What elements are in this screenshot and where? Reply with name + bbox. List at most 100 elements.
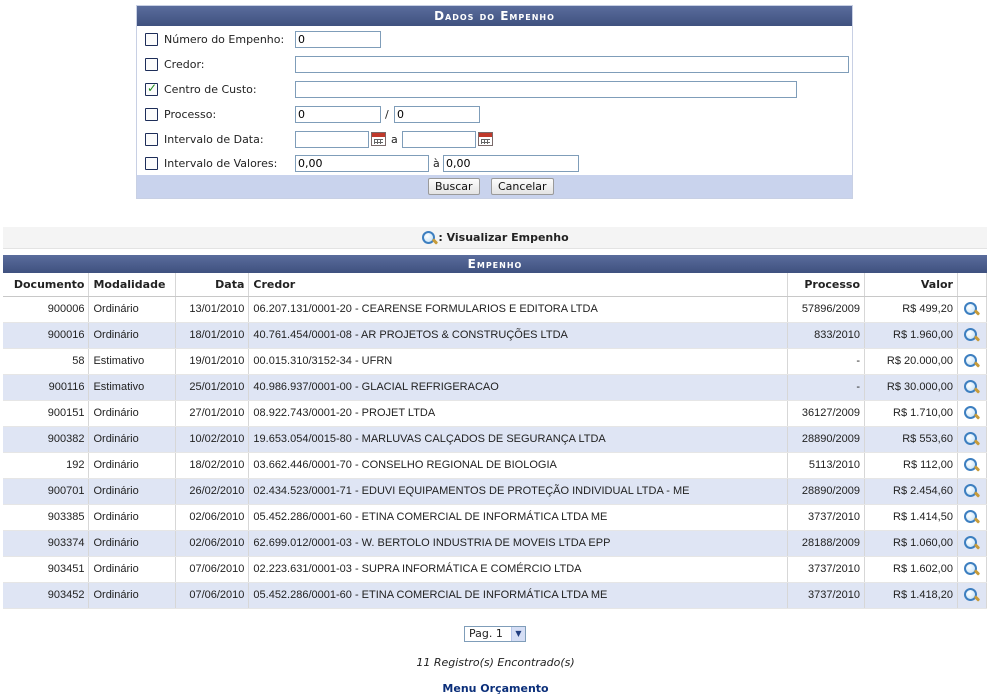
valores-separator: à — [433, 157, 440, 170]
magnifier-icon[interactable] — [963, 587, 980, 604]
cell-valor: R$ 553,60 — [864, 426, 958, 453]
cell-data: 07/06/2010 — [175, 556, 250, 583]
credor-checkbox[interactable] — [145, 58, 158, 71]
calendar-icon[interactable] — [478, 132, 493, 146]
view-action-cell — [957, 530, 988, 557]
table-header-row: Documento Modalidade Data Credor Process… — [3, 273, 988, 297]
cell-documento: 900116 — [3, 374, 90, 401]
cell-data: 27/01/2010 — [175, 400, 250, 427]
cell-processo: 3737/2010 — [787, 504, 866, 531]
magnifier-icon[interactable] — [963, 483, 980, 500]
data-fim-input[interactable] — [402, 131, 476, 148]
table-row: 900006 Ordinário 13/01/2010 06.207.131/0001… — [3, 296, 988, 323]
cell-documento: 903385 — [3, 504, 90, 531]
intervalo-data-label: Intervalo de Data: — [164, 133, 264, 146]
data-inicio-input[interactable] — [295, 131, 369, 148]
processo-separator: / — [385, 108, 389, 121]
cell-documento: 900382 — [3, 426, 90, 453]
table-row: 900701 Ordinário 26/02/2010 02.434.523/0001… — [3, 478, 988, 505]
view-action-cell — [957, 556, 988, 583]
col-data: Data — [175, 273, 250, 297]
empenho-table: Empenho Documento Modalidade Data Credor… — [3, 255, 988, 609]
row-processo: Processo: / — [145, 106, 845, 129]
row-centro-custo: Centro de Custo: — [145, 81, 845, 104]
numero-empenho-input[interactable] — [295, 31, 381, 48]
cell-credor: 02.223.631/0001-03 - SUPRA INFORMÁTICA E… — [248, 556, 789, 583]
cell-documento: 903451 — [3, 556, 90, 583]
cell-documento: 58 — [3, 348, 90, 375]
col-documento: Documento — [3, 273, 90, 297]
cell-modalidade: Ordinário — [88, 556, 177, 583]
processo-label: Processo: — [164, 108, 217, 121]
cell-credor: 00.015.310/3152-34 - UFRN — [248, 348, 789, 375]
menu-orcamento-link[interactable]: Menu Orçamento — [0, 682, 991, 695]
cell-modalidade: Estimativo — [88, 374, 177, 401]
magnifier-icon[interactable] — [963, 327, 980, 344]
magnifier-icon[interactable] — [963, 405, 980, 422]
cell-processo: 28188/2009 — [787, 530, 866, 557]
form-button-bar: Buscar Cancelar — [137, 175, 852, 198]
cell-valor: R$ 1.060,00 — [864, 530, 958, 557]
view-action-cell — [957, 400, 988, 427]
cell-credor: 19.653.054/0015-80 - MARLUVAS CALÇADOS D… — [248, 426, 789, 453]
cell-modalidade: Ordinário — [88, 504, 177, 531]
numero-empenho-checkbox[interactable] — [145, 33, 158, 46]
intervalo-valores-label: Intervalo de Valores: — [164, 157, 278, 170]
dados-empenho-form: Dados do Empenho Número do Empenho: Cred… — [136, 5, 853, 199]
table-row: 58 Estimativo 19/01/2010 00.015.310/3152-34… — [3, 348, 988, 375]
magnifier-icon[interactable] — [963, 353, 980, 370]
magnifier-icon[interactable] — [963, 457, 980, 474]
cancelar-button[interactable]: Cancelar — [491, 178, 554, 195]
cell-valor: R$ 1.710,00 — [864, 400, 958, 427]
cell-valor: R$ 2.454,60 — [864, 478, 958, 505]
magnifier-icon[interactable] — [963, 561, 980, 578]
magnifier-icon[interactable] — [963, 301, 980, 318]
credor-input[interactable] — [295, 56, 849, 73]
view-action-cell — [957, 296, 988, 323]
intervalo-valores-checkbox[interactable] — [145, 157, 158, 170]
cell-valor: R$ 1.418,20 — [864, 582, 958, 609]
cell-data: 07/06/2010 — [175, 582, 250, 609]
data-separator: a — [391, 133, 398, 146]
cell-data: 18/01/2010 — [175, 322, 250, 349]
magnifier-icon[interactable] — [963, 379, 980, 396]
centro-custo-label: Centro de Custo: — [164, 83, 257, 96]
buscar-button[interactable]: Buscar — [428, 178, 480, 195]
cell-processo: 3737/2010 — [787, 582, 866, 609]
magnifier-icon[interactable] — [963, 431, 980, 448]
table-row: 900382 Ordinário 10/02/2010 19.653.054/0015… — [3, 426, 988, 453]
magnifier-icon[interactable] — [963, 535, 980, 552]
processo-ano-input[interactable] — [394, 106, 480, 123]
cell-modalidade: Ordinário — [88, 322, 177, 349]
processo-numero-input[interactable] — [295, 106, 381, 123]
valor-inicial-input[interactable] — [295, 155, 429, 172]
cell-valor: R$ 1.602,00 — [864, 556, 958, 583]
chevron-down-icon[interactable]: ▼ — [511, 627, 525, 641]
form-title: Dados do Empenho — [137, 6, 852, 26]
view-action-cell — [957, 582, 988, 609]
cell-processo: 28890/2009 — [787, 426, 866, 453]
processo-checkbox[interactable] — [145, 108, 158, 121]
valor-final-input[interactable] — [443, 155, 579, 172]
table-caption: Empenho — [3, 255, 987, 273]
cell-processo: 28890/2009 — [787, 478, 866, 505]
intervalo-data-checkbox[interactable] — [145, 133, 158, 146]
table-row: 900016 Ordinário 18/01/2010 40.761.454/0001… — [3, 322, 988, 349]
cell-valor: R$ 1.414,50 — [864, 504, 958, 531]
cell-processo: 3737/2010 — [787, 556, 866, 583]
magnifier-icon[interactable] — [963, 509, 980, 526]
view-action-cell — [957, 478, 988, 505]
page-select[interactable]: Pag. 1 ▼ — [464, 626, 526, 642]
centro-custo-checkbox[interactable] — [145, 81, 158, 96]
view-action-cell — [957, 426, 988, 453]
cell-data: 25/01/2010 — [175, 374, 250, 401]
view-action-cell — [957, 348, 988, 375]
calendar-icon[interactable] — [371, 132, 386, 146]
cell-documento: 192 — [3, 452, 90, 479]
cell-processo: 833/2010 — [787, 322, 866, 349]
cell-modalidade: Ordinário — [88, 452, 177, 479]
record-count: 11 Registro(s) Encontrado(s) — [416, 656, 575, 669]
credor-label: Credor: — [164, 58, 205, 71]
table-row: 192 Ordinário 18/02/2010 03.662.446/0001-70… — [3, 452, 988, 479]
centro-custo-input[interactable] — [295, 81, 797, 98]
